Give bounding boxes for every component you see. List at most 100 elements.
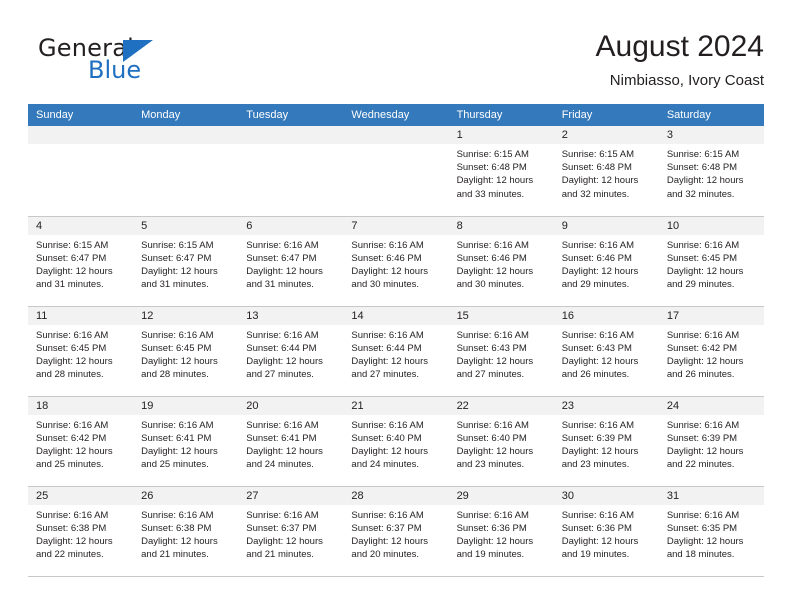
day-cell[interactable]: 29 Sunrise: 6:16 AM Sunset: 6:36 PM Dayl…	[448, 486, 554, 577]
day-cell[interactable]: 8 Sunrise: 6:16 AM Sunset: 6:46 PM Dayli…	[448, 216, 554, 307]
sunset-text: Sunset: 6:47 PM	[246, 252, 317, 264]
day-info: Sunrise: 6:16 AM Sunset: 6:37 PM Dayligh…	[238, 505, 343, 562]
day-cell[interactable]: 23 Sunrise: 6:16 AM Sunset: 6:39 PM Dayl…	[553, 396, 659, 487]
sunset-text: Sunset: 6:39 PM	[561, 432, 632, 444]
sunrise-text: Sunrise: 6:16 AM	[141, 419, 214, 431]
day-cell[interactable]: 22 Sunrise: 6:16 AM Sunset: 6:40 PM Dayl…	[448, 396, 554, 487]
daylight-text-line1: Daylight: 12 hours	[561, 355, 639, 367]
day-cell[interactable]: 7 Sunrise: 6:16 AM Sunset: 6:46 PM Dayli…	[343, 216, 449, 307]
day-info: Sunrise: 6:16 AM Sunset: 6:39 PM Dayligh…	[659, 415, 764, 472]
sunset-text: Sunset: 6:47 PM	[141, 252, 212, 264]
weekday-header-saturday: Saturday	[658, 104, 764, 126]
day-info: Sunrise: 6:16 AM Sunset: 6:45 PM Dayligh…	[28, 325, 133, 382]
day-number: 14	[343, 306, 449, 325]
sunrise-text: Sunrise: 6:16 AM	[246, 239, 319, 251]
day-cell[interactable]: 18 Sunrise: 6:16 AM Sunset: 6:42 PM Dayl…	[28, 396, 134, 487]
day-cell[interactable]: 6 Sunrise: 6:16 AM Sunset: 6:47 PM Dayli…	[238, 216, 344, 307]
day-cell[interactable]: 4 Sunrise: 6:15 AM Sunset: 6:47 PM Dayli…	[28, 216, 134, 307]
weekday-header-thursday: Thursday	[448, 104, 554, 126]
day-number: 11	[28, 306, 134, 325]
day-cell[interactable]: 19 Sunrise: 6:16 AM Sunset: 6:41 PM Dayl…	[133, 396, 239, 487]
day-cell[interactable]: 16 Sunrise: 6:16 AM Sunset: 6:43 PM Dayl…	[553, 306, 659, 397]
sunset-text: Sunset: 6:48 PM	[561, 162, 632, 174]
day-cell[interactable]	[28, 126, 134, 217]
day-cell[interactable]: 25 Sunrise: 6:16 AM Sunset: 6:38 PM Dayl…	[28, 486, 134, 577]
day-cell[interactable]: 30 Sunrise: 6:16 AM Sunset: 6:36 PM Dayl…	[553, 486, 659, 577]
day-number: 17	[658, 306, 764, 325]
day-cell[interactable]: 11 Sunrise: 6:16 AM Sunset: 6:45 PM Dayl…	[28, 306, 134, 397]
daylight-text-line1: Daylight: 12 hours	[666, 445, 744, 457]
day-info: Sunrise: 6:16 AM Sunset: 6:45 PM Dayligh…	[659, 235, 764, 292]
day-cell[interactable]: 17 Sunrise: 6:16 AM Sunset: 6:42 PM Dayl…	[658, 306, 764, 397]
day-info: Sunrise: 6:16 AM Sunset: 6:38 PM Dayligh…	[133, 505, 238, 562]
day-cell[interactable]: 20 Sunrise: 6:16 AM Sunset: 6:41 PM Dayl…	[238, 396, 344, 487]
day-cell[interactable]: 28 Sunrise: 6:16 AM Sunset: 6:37 PM Dayl…	[343, 486, 449, 577]
day-number	[28, 126, 134, 144]
day-cell[interactable]: 24 Sunrise: 6:16 AM Sunset: 6:39 PM Dayl…	[658, 396, 764, 487]
daylight-text-line2: and 29 minutes.	[666, 279, 735, 291]
sunset-text: Sunset: 6:43 PM	[456, 342, 527, 354]
day-cell[interactable]: 1 Sunrise: 6:15 AM Sunset: 6:48 PM Dayli…	[448, 126, 554, 217]
daylight-text-line1: Daylight: 12 hours	[351, 445, 428, 457]
day-cell[interactable]: 9 Sunrise: 6:16 AM Sunset: 6:46 PM Dayli…	[553, 216, 659, 307]
day-cell[interactable]: 14 Sunrise: 6:16 AM Sunset: 6:44 PM Dayl…	[343, 306, 449, 397]
day-number: 12	[133, 306, 239, 325]
calendar-body: 1 Sunrise: 6:15 AM Sunset: 6:48 PM Dayli…	[28, 126, 764, 577]
daylight-text-line1: Daylight: 12 hours	[456, 265, 534, 277]
daylight-text-line1: Daylight: 12 hours	[36, 445, 113, 457]
day-number: 5	[133, 216, 239, 235]
sunset-text: Sunset: 6:42 PM	[36, 432, 107, 444]
day-number: 4	[28, 216, 134, 235]
day-cell[interactable]: 13 Sunrise: 6:16 AM Sunset: 6:44 PM Dayl…	[238, 306, 344, 397]
day-number: 13	[238, 306, 344, 325]
day-cell[interactable]: 15 Sunrise: 6:16 AM Sunset: 6:43 PM Dayl…	[448, 306, 554, 397]
daylight-text-line1: Daylight: 12 hours	[141, 265, 218, 277]
daylight-text-line2: and 32 minutes.	[561, 188, 630, 200]
day-number: 15	[448, 306, 554, 325]
daylight-text-line2: and 20 minutes.	[351, 549, 420, 561]
daylight-text-line1: Daylight: 12 hours	[561, 535, 639, 547]
day-cell[interactable]: 26 Sunrise: 6:16 AM Sunset: 6:38 PM Dayl…	[133, 486, 239, 577]
sunset-text: Sunset: 6:37 PM	[351, 522, 422, 534]
day-info	[133, 144, 238, 148]
sunset-text: Sunset: 6:40 PM	[456, 432, 527, 444]
weekday-header-tuesday: Tuesday	[238, 104, 344, 126]
day-info	[343, 144, 448, 148]
weekday-header-wednesday: Wednesday	[343, 104, 449, 126]
daylight-text-line1: Daylight: 12 hours	[666, 265, 744, 277]
daylight-text-line2: and 23 minutes.	[456, 459, 525, 471]
day-number	[133, 126, 239, 144]
day-cell[interactable]: 21 Sunrise: 6:16 AM Sunset: 6:40 PM Dayl…	[343, 396, 449, 487]
daylight-text-line2: and 31 minutes.	[36, 279, 104, 291]
day-cell[interactable]: 10 Sunrise: 6:16 AM Sunset: 6:45 PM Dayl…	[658, 216, 764, 307]
sunrise-text: Sunrise: 6:16 AM	[246, 329, 319, 341]
calendar-week-row: 25 Sunrise: 6:16 AM Sunset: 6:38 PM Dayl…	[28, 486, 764, 577]
calendar-week-row: 1 Sunrise: 6:15 AM Sunset: 6:48 PM Dayli…	[28, 126, 764, 217]
day-number: 10	[658, 216, 764, 235]
sunset-text: Sunset: 6:40 PM	[351, 432, 422, 444]
sunset-text: Sunset: 6:36 PM	[561, 522, 632, 534]
day-cell[interactable]: 2 Sunrise: 6:15 AM Sunset: 6:48 PM Dayli…	[553, 126, 659, 217]
daylight-text-line2: and 27 minutes.	[351, 369, 420, 381]
daylight-text-line2: and 22 minutes.	[666, 459, 735, 471]
daylight-text-line2: and 19 minutes.	[456, 549, 525, 561]
day-number: 3	[658, 126, 764, 144]
daylight-text-line2: and 19 minutes.	[561, 549, 630, 561]
day-cell[interactable]	[133, 126, 239, 217]
day-info: Sunrise: 6:16 AM Sunset: 6:39 PM Dayligh…	[554, 415, 659, 472]
day-info: Sunrise: 6:16 AM Sunset: 6:41 PM Dayligh…	[238, 415, 343, 472]
day-cell[interactable]: 31 Sunrise: 6:16 AM Sunset: 6:35 PM Dayl…	[658, 486, 764, 577]
day-cell[interactable]: 27 Sunrise: 6:16 AM Sunset: 6:37 PM Dayl…	[238, 486, 344, 577]
sunset-text: Sunset: 6:41 PM	[246, 432, 317, 444]
day-cell[interactable]: 3 Sunrise: 6:15 AM Sunset: 6:48 PM Dayli…	[658, 126, 764, 217]
day-cell[interactable]: 12 Sunrise: 6:16 AM Sunset: 6:45 PM Dayl…	[133, 306, 239, 397]
day-number: 24	[658, 396, 764, 415]
daylight-text-line2: and 31 minutes.	[141, 279, 209, 291]
day-cell[interactable]	[238, 126, 344, 217]
sunset-text: Sunset: 6:45 PM	[141, 342, 212, 354]
day-cell[interactable]	[343, 126, 449, 217]
daylight-text-line2: and 24 minutes.	[246, 459, 314, 471]
general-blue-logo[interactable]: General Blue	[28, 32, 248, 90]
day-number: 26	[133, 486, 239, 505]
day-cell[interactable]: 5 Sunrise: 6:15 AM Sunset: 6:47 PM Dayli…	[133, 216, 239, 307]
